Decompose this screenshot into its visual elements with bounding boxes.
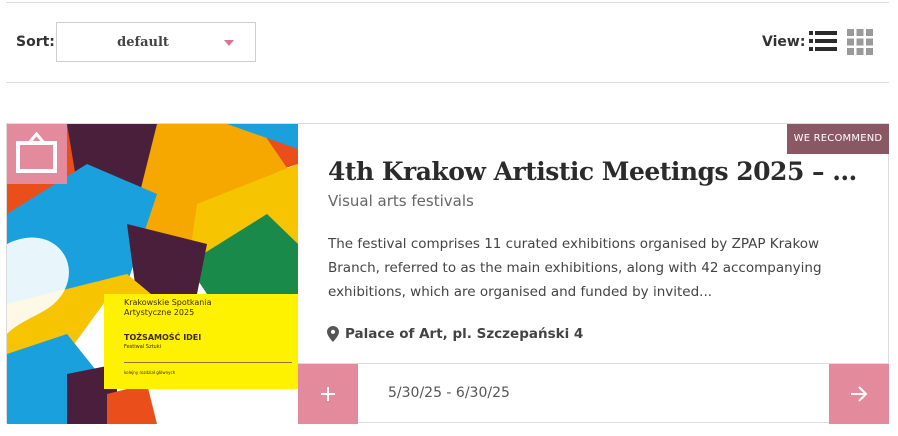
view-label: View:: [762, 34, 806, 50]
frame-icon: [7, 124, 67, 184]
toolbar-divider: [6, 82, 889, 83]
poster-title: Krakowskie Spotkania Artystyczne 2025: [124, 298, 212, 317]
event-poster-image[interactable]: Krakowskie Spotkania Artystyczne 2025 TO…: [7, 124, 298, 424]
list-view-icon[interactable]: [809, 30, 837, 52]
recommend-badge: WE RECOMMEND: [787, 124, 889, 154]
sort-select[interactable]: default: [56, 22, 256, 62]
location-text: Palace of Art, pl. Szczepański 4: [345, 326, 584, 342]
arrow-right-icon: [851, 386, 868, 402]
open-event-button[interactable]: [829, 364, 889, 424]
event-description: The festival comprises 11 curated exhibi…: [328, 236, 822, 300]
event-dates: 5/30/25 - 6/30/25: [388, 385, 510, 401]
poster-subtitle: TOŻSAMOŚĆ IDEI: [124, 333, 202, 342]
location-pin-icon: [327, 326, 339, 342]
chevron-down-icon: [224, 40, 234, 46]
poster-divider: [124, 362, 292, 363]
poster-festival: Festiwal Sztuki: [124, 344, 161, 350]
plus-icon: [321, 387, 335, 401]
event-location: Palace of Art, pl. Szczepański 4: [327, 324, 583, 344]
sort-label: Sort:: [16, 34, 55, 50]
top-divider: [6, 2, 889, 3]
event-card: Krakowskie Spotkania Artystyczne 2025 TO…: [6, 123, 889, 424]
sort-value: default: [117, 35, 169, 50]
add-to-planner-button[interactable]: [298, 364, 358, 424]
card-footer: 5/30/25 - 6/30/25: [298, 363, 889, 424]
grid-view-icon[interactable]: [847, 29, 873, 55]
event-category: Visual arts festivals: [328, 192, 474, 210]
event-title[interactable]: 4th Krakow Artistic Meetings 2025 – I...: [328, 157, 858, 186]
poster-footer: kolejny rozdział głównych: [124, 370, 176, 375]
